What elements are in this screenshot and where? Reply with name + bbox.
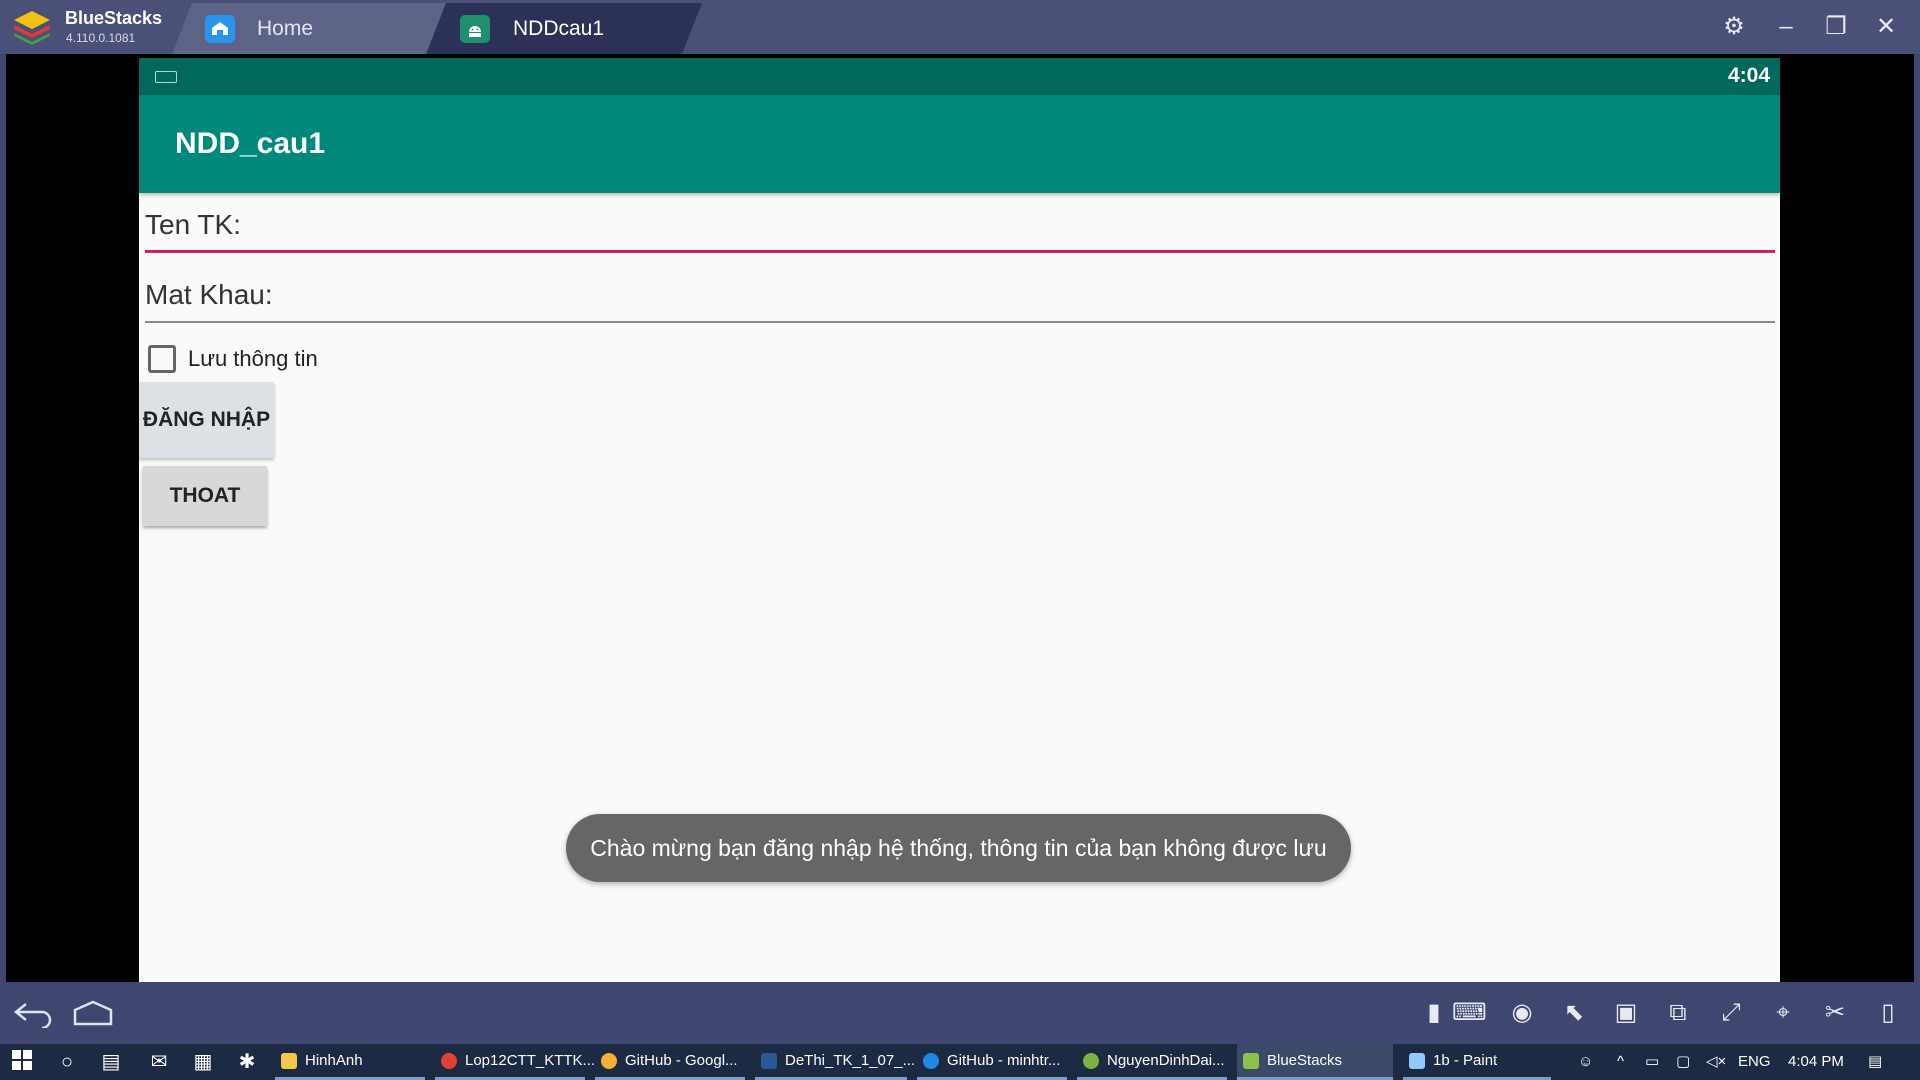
tab-nddcau1-label: NDDcau1 bbox=[513, 17, 605, 40]
back-icon[interactable] bbox=[12, 998, 56, 1035]
app-action-bar: NDD_cau1 bbox=[139, 95, 1780, 193]
keyboard-icon bbox=[155, 71, 177, 83]
android-studio-icon bbox=[1083, 1052, 1099, 1069]
windows-taskbar: ○ ▤ ✉ ▦ ✱ HinhAnh Lop12CTT_KTTK... GitHu… bbox=[0, 1044, 1920, 1080]
location-icon[interactable]: ⌖ bbox=[1766, 996, 1800, 1030]
taskbar-item-lop12ctt[interactable]: Lop12CTT_KTTK... bbox=[435, 1044, 595, 1080]
home-nav-icon[interactable] bbox=[72, 998, 114, 1035]
home-icon bbox=[205, 15, 235, 43]
windows-start-icon[interactable] bbox=[9, 1049, 35, 1075]
android-icon bbox=[460, 15, 490, 43]
taskbar-item-github-minhtr[interactable]: GitHub - minhtr... bbox=[917, 1044, 1067, 1080]
taskbar-item-nguyendinhdai[interactable]: NguyenDinhDai... bbox=[1077, 1044, 1227, 1080]
bluestacks-titlebar: BlueStacks 4.110.0.1081 Home NDDcau1 ⚙ –… bbox=[0, 0, 1920, 54]
tab-home[interactable]: Home bbox=[172, 3, 452, 54]
show-hidden-icons-icon[interactable]: ^ bbox=[1617, 1044, 1624, 1080]
taskbar-item-label: HinhAnh bbox=[305, 1052, 363, 1069]
minimize-icon[interactable]: – bbox=[1769, 10, 1803, 44]
taskbar-clock[interactable]: 4:04 PM bbox=[1788, 1044, 1844, 1080]
multi-instance-icon[interactable]: ⧉ bbox=[1661, 996, 1695, 1030]
username-field[interactable]: Ten TK: bbox=[145, 209, 1775, 253]
input-language[interactable]: ENG bbox=[1738, 1044, 1771, 1080]
taskbar-item-dethi[interactable]: DeThi_TK_1_07_... bbox=[755, 1044, 915, 1080]
password-hint: Mat Khau: bbox=[145, 279, 273, 310]
password-field[interactable]: Mat Khau: bbox=[145, 279, 1775, 323]
chrome-icon bbox=[441, 1052, 457, 1069]
network-icon[interactable]: ▢ bbox=[1676, 1044, 1690, 1080]
status-clock: 4:04 bbox=[1727, 64, 1770, 87]
chrome-icon bbox=[601, 1052, 617, 1069]
portrait-mode-icon[interactable]: ▮ bbox=[1417, 996, 1451, 1030]
android-status-bar: 4:04 bbox=[139, 58, 1780, 95]
app-title: NDD_cau1 bbox=[175, 127, 326, 160]
taskbar-item-github-google[interactable]: GitHub - Googl... bbox=[595, 1044, 745, 1080]
exit-button[interactable]: THOAT bbox=[143, 466, 267, 526]
taskbar-item-bluestacks[interactable]: BlueStacks bbox=[1237, 1044, 1393, 1080]
username-hint: Ten TK: bbox=[145, 209, 241, 240]
task-view-icon[interactable]: ▤ bbox=[98, 1049, 124, 1075]
taskbar-item-label: NguyenDinhDai... bbox=[1107, 1052, 1225, 1069]
cortana-search-icon[interactable]: ○ bbox=[54, 1049, 80, 1075]
taskbar-item-label: GitHub - Googl... bbox=[625, 1052, 738, 1069]
app-red-icon[interactable]: ✱ bbox=[234, 1049, 260, 1075]
taskbar-item-paint[interactable]: 1b - Paint bbox=[1403, 1044, 1551, 1080]
settings-gear-icon[interactable]: ⚙ bbox=[1717, 10, 1751, 44]
taskbar-item-hinhanh[interactable]: HinhAnh bbox=[275, 1044, 425, 1080]
restore-icon[interactable]: ❐ bbox=[1819, 10, 1853, 44]
people-icon[interactable]: ☺ bbox=[1578, 1044, 1593, 1080]
bluestacks-icon bbox=[1243, 1052, 1259, 1069]
volume-muted-icon[interactable]: ◁× bbox=[1706, 1044, 1726, 1080]
taskbar-item-label: BlueStacks bbox=[1267, 1052, 1343, 1069]
toast-message: Chào mừng bạn đăng nhập hệ thống, thông … bbox=[566, 814, 1351, 882]
battery-icon[interactable]: ▭ bbox=[1645, 1044, 1659, 1080]
tab-home-label: Home bbox=[257, 17, 314, 40]
tab-nddcau1[interactable]: NDDcau1 bbox=[426, 3, 702, 54]
keyboard-mapping-icon[interactable]: ⌨ bbox=[1452, 996, 1487, 1030]
word-icon bbox=[761, 1052, 777, 1069]
rotate-icon[interactable]: ▯ bbox=[1871, 996, 1905, 1030]
taskbar-item-label: GitHub - minhtr... bbox=[947, 1052, 1061, 1069]
store-icon[interactable]: ▦ bbox=[190, 1049, 216, 1075]
paint-icon bbox=[1409, 1052, 1425, 1069]
bluestacks-logo-icon bbox=[14, 11, 50, 45]
remember-checkbox[interactable] bbox=[148, 345, 176, 373]
taskbar-item-label: Lop12CTT_KTTK... bbox=[465, 1052, 596, 1069]
bluestacks-bottom-bar: ▮ ⌨ ◉ ⬉ ▣ ⧉ ⤢ ⌖ ✂ ▯ bbox=[0, 982, 1920, 1044]
screenshot-icon[interactable]: ▣ bbox=[1609, 996, 1643, 1030]
fullscreen-icon[interactable]: ⤢ bbox=[1714, 996, 1748, 1030]
folder-icon bbox=[281, 1052, 297, 1069]
bluestacks-brand: BlueStacks bbox=[65, 8, 163, 28]
close-icon[interactable]: ✕ bbox=[1869, 10, 1903, 44]
pointer-icon[interactable]: ⬉ bbox=[1557, 996, 1591, 1030]
eye-icon[interactable]: ◉ bbox=[1505, 996, 1539, 1030]
edge-icon bbox=[923, 1052, 939, 1069]
frame-border-left bbox=[0, 54, 6, 982]
mail-icon[interactable]: ✉ bbox=[146, 1049, 172, 1075]
bluestacks-version: 4.110.0.1081 bbox=[66, 31, 136, 45]
frame-border-right bbox=[1914, 54, 1920, 982]
android-screen: 4:04 NDD_cau1 Ten TK: Mat Khau: Lưu thôn… bbox=[139, 58, 1780, 982]
login-button[interactable]: ĐĂNG NHẬP bbox=[139, 382, 274, 458]
remember-label: Lưu thông tin bbox=[188, 346, 318, 371]
taskbar-item-label: DeThi_TK_1_07_... bbox=[785, 1052, 916, 1069]
action-center-icon[interactable]: ▤ bbox=[1868, 1044, 1882, 1080]
taskbar-item-label: 1b - Paint bbox=[1433, 1052, 1498, 1069]
scissors-icon[interactable]: ✂ bbox=[1818, 996, 1852, 1030]
